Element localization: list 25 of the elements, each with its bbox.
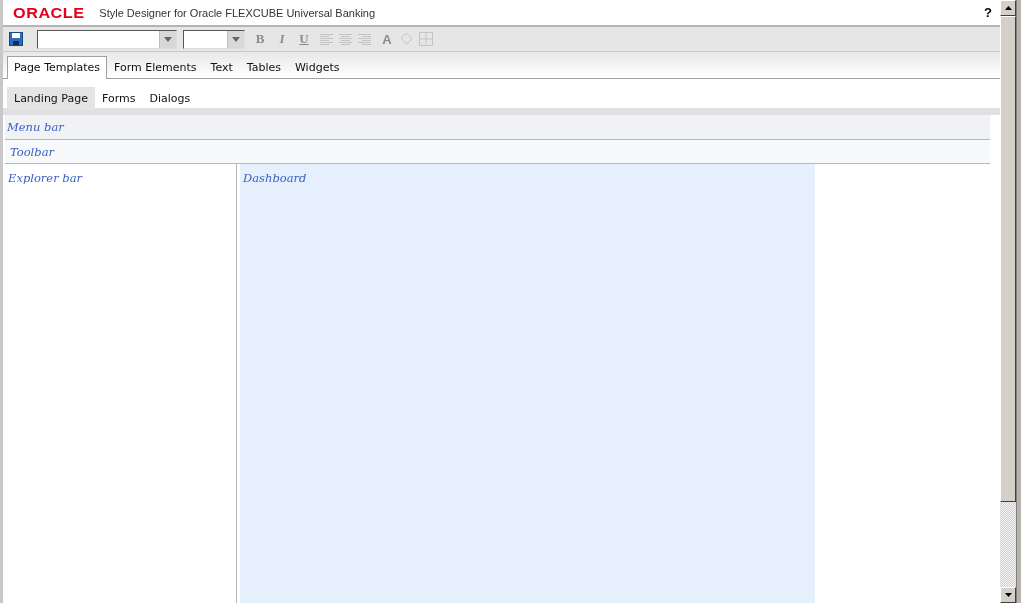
save-icon[interactable]: [9, 32, 23, 46]
tab[interactable]: Form Elements: [107, 56, 204, 79]
size-select[interactable]: [183, 29, 245, 49]
tab[interactable]: Page Templates: [7, 56, 108, 79]
region-label: Explorer bar: [8, 171, 82, 185]
subtab[interactable]: Dialogs: [142, 87, 198, 110]
caret-icon: [164, 36, 172, 42]
tab[interactable]: Tables: [239, 56, 288, 79]
subtab[interactable]: Landing Page: [7, 87, 95, 110]
region-label: Menu bar: [7, 120, 64, 134]
region-label: Toolbar: [10, 144, 55, 159]
help-button[interactable]: ?: [984, 5, 992, 20]
scroll-down-button[interactable]: [1000, 587, 1016, 603]
caret-icon: [232, 36, 240, 42]
region-label: Dashboard: [243, 171, 307, 185]
scrollbar-thumb[interactable]: [1000, 16, 1016, 502]
app-title: Style Designer for Oracle FLEXCUBE Universal Banking: [99, 6, 376, 19]
down-arrow-icon: [1004, 593, 1012, 597]
oracle-logo: ORACLE: [13, 4, 85, 21]
up-arrow-icon: [1004, 6, 1012, 10]
font-select[interactable]: [37, 29, 177, 49]
subtab[interactable]: Forms: [94, 87, 143, 110]
tab[interactable]: Widgets: [288, 56, 347, 79]
tab[interactable]: Text: [203, 56, 240, 79]
scroll-up-button[interactable]: [1000, 0, 1016, 16]
